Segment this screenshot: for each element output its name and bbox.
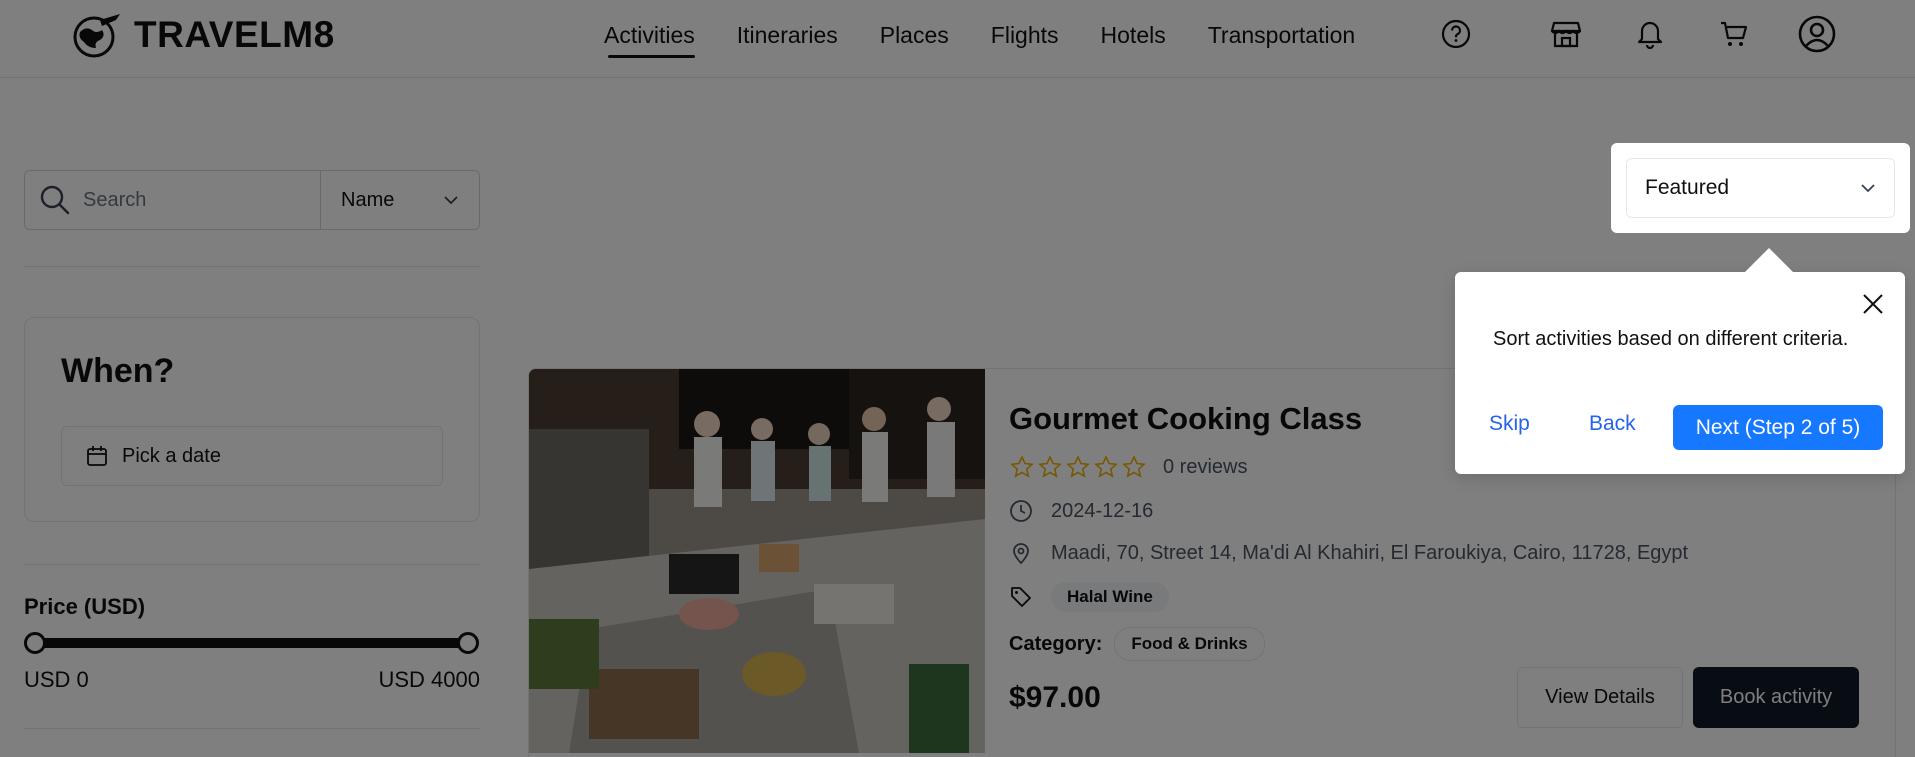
search-input[interactable] <box>83 188 303 212</box>
price-slider-min-handle[interactable] <box>24 632 46 654</box>
sort-select[interactable]: Featured <box>1626 158 1895 218</box>
category-badge: Food & Drinks <box>1114 627 1265 661</box>
tour-popover: Sort activities based on different crite… <box>1455 248 1905 474</box>
when-card: When? Pick a date <box>24 317 480 522</box>
view-details-button[interactable]: View Details <box>1517 667 1683 728</box>
star-icon <box>1038 455 1062 478</box>
main-nav: Activities Itineraries Places Flights Ho… <box>583 20 1376 58</box>
category-row: Category: Food & Drinks <box>1009 627 1265 661</box>
search-icon <box>40 185 70 215</box>
cart-icon[interactable] <box>1714 14 1754 54</box>
date-picker-button[interactable]: Pick a date <box>61 426 443 486</box>
chevron-down-icon <box>444 196 458 205</box>
search-field <box>25 171 321 229</box>
price-min-label: USD 0 <box>24 667 89 692</box>
nav-activities[interactable]: Activities <box>583 20 716 58</box>
star-icon <box>1122 455 1146 478</box>
activity-date-row: 2024-12-16 <box>1009 499 1153 523</box>
activity-price: $97.00 <box>1009 681 1101 714</box>
nav-itineraries[interactable]: Itineraries <box>716 20 859 58</box>
category-label: Category: <box>1009 632 1103 655</box>
clock-icon <box>1010 500 1032 522</box>
activity-tags-row: Halal Wine <box>1009 582 1169 612</box>
star-rating <box>1009 455 1147 479</box>
when-title: When? <box>61 352 175 390</box>
divider <box>24 564 480 565</box>
price-max-label: USD 4000 <box>378 667 480 692</box>
star-icon <box>1094 455 1118 478</box>
price-slider-track[interactable] <box>34 638 468 648</box>
user-icon[interactable] <box>1797 14 1837 54</box>
nav-hotels[interactable]: Hotels <box>1080 20 1187 58</box>
nav-flights[interactable]: Flights <box>970 20 1080 58</box>
rating: 0 reviews <box>1009 455 1247 479</box>
location-pin-icon <box>1013 543 1029 565</box>
top-navbar: TRAVELM8 Activities Itineraries Places F… <box>0 0 1915 78</box>
divider <box>24 728 480 729</box>
tour-skip-button[interactable]: Skip <box>1489 412 1530 436</box>
search-bar: Name <box>24 170 480 230</box>
activity-image <box>529 369 985 753</box>
bell-icon[interactable] <box>1630 14 1670 54</box>
brand-name: TRAVELM8 <box>134 14 335 55</box>
review-count: 0 reviews <box>1163 455 1248 478</box>
search-by-select[interactable]: Name <box>321 171 479 229</box>
sort-select-value: Featured <box>1645 176 1730 199</box>
calendar-icon <box>87 446 107 466</box>
activity-title[interactable]: Gourmet Cooking Class <box>1009 401 1362 437</box>
star-icon <box>1066 455 1090 478</box>
chevron-down-icon <box>1861 184 1875 193</box>
close-icon[interactable] <box>1859 290 1887 318</box>
help-icon[interactable] <box>1436 14 1476 54</box>
tag-badge: Halal Wine <box>1051 582 1169 612</box>
globe-plane-icon <box>73 14 120 58</box>
divider <box>24 266 480 267</box>
book-activity-button[interactable]: Book activity <box>1693 667 1859 728</box>
tour-back-button[interactable]: Back <box>1589 412 1636 436</box>
store-icon[interactable] <box>1546 14 1586 54</box>
search-by-value: Name <box>341 188 395 211</box>
tour-description: Sort activities based on different crite… <box>1493 328 1849 350</box>
activity-address: Maadi, 70, Street 14, Ma'di Al Khahiri, … <box>1051 541 1689 564</box>
nav-transportation[interactable]: Transportation <box>1187 20 1376 58</box>
brand-logo[interactable]: TRAVELM8 <box>70 12 335 58</box>
nav-places[interactable]: Places <box>859 20 970 58</box>
tour-next-button[interactable]: Next (Step 2 of 5) <box>1673 405 1883 450</box>
date-picker-label: Pick a date <box>122 444 221 467</box>
star-icon <box>1010 455 1034 478</box>
activity-address-row: Maadi, 70, Street 14, Ma'di Al Khahiri, … <box>1009 541 1688 565</box>
tag-icon <box>1011 587 1031 607</box>
price-slider-max-handle[interactable] <box>457 632 479 654</box>
activity-date: 2024-12-16 <box>1051 499 1154 522</box>
price-filter-label: Price (USD) <box>24 594 146 619</box>
